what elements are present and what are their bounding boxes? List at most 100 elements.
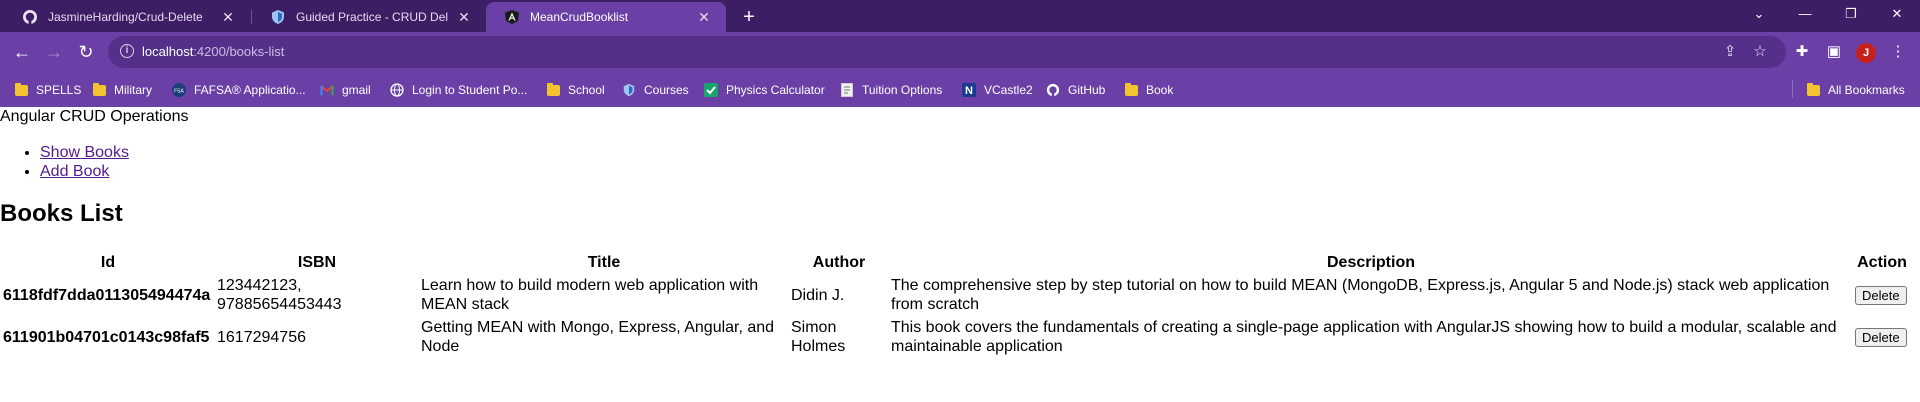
new-tab-button[interactable]: + [736,4,762,30]
bookmark-label: Book [1146,83,1174,97]
table-header-row: Id ISBN Title Author Description Action [2,252,1910,273]
site-info-icon[interactable]: i [120,44,134,58]
cell-isbn: 123442123, 97885654453443 [217,277,342,313]
cell-id: 6118fdf7dda011305494474a [3,286,211,304]
delete-button[interactable]: Delete [1855,327,1907,347]
svg-text:N: N [965,85,973,97]
column-header-action: Action [1857,253,1907,271]
app-title: Angular CRUD Operations [0,108,189,125]
folder-icon [14,82,28,97]
angular-icon [504,9,520,25]
avatar[interactable]: J [1856,43,1876,63]
bookmark-student-portal[interactable]: Login to Student Po... [390,81,527,99]
column-header-id: Id [100,253,116,271]
close-icon[interactable]: ✕ [456,9,472,26]
close-window-button[interactable]: ✕ [1874,0,1920,28]
bookmarks-divider [1792,80,1793,98]
bookmark-label: Physics Calculator [726,83,825,97]
cell-description: This book covers the fundamentals of cre… [891,319,1837,355]
bookmark-label: Login to Student Po... [412,83,528,97]
cell-action: Delete [1854,317,1910,357]
browser-toolbar: ← → ↻ i localhost:4200/books-list ⇪ ☆ [0,32,1920,72]
bookmark-label: VCastle2 [984,83,1033,97]
all-bookmarks-label: All Bookmarks [1828,83,1905,97]
document-icon [840,83,854,97]
back-button[interactable]: ← [10,40,34,64]
close-icon[interactable]: ✕ [696,9,712,26]
folder-icon [1806,82,1820,97]
show-books-link[interactable]: Show Books [40,144,129,161]
extensions-icon[interactable]: ✚ [1790,40,1814,64]
shield-icon [622,83,636,97]
address-url[interactable]: localhost:4200/books-list [142,44,284,59]
globe-icon [390,83,404,97]
tab-mean-crud-booklist[interactable]: MeanCrudBooklist ✕ [486,2,726,32]
bookmark-vcastle2[interactable]: N VCastle2 [962,81,1033,99]
bookmarks-bar: SPELLS Military FSA FAFSA® Applicatio...… [0,72,1920,107]
minimize-button[interactable]: — [1782,0,1828,28]
bookmark-school[interactable]: School [546,81,605,99]
address-host: localhost [142,44,194,59]
page-content: Angular CRUD Operations Show Books Add B… [0,107,1920,402]
page-title: Books List [0,200,123,227]
bookmark-physics-calculator[interactable]: Physics Calculator [704,81,825,99]
github-icon [22,9,38,25]
tab-guided-practice[interactable]: Guided Practice - CRUD Delete.p ✕ [252,2,486,32]
app-nav: Show Books Add Book [0,143,129,181]
reload-button[interactable]: ↻ [74,40,98,64]
tab-title: MeanCrudBooklist [530,10,629,24]
menu-icon[interactable]: ⋮ [1886,40,1910,64]
books-table: Id ISBN Title Author Description Action … [0,250,1912,359]
address-bar[interactable]: i localhost:4200/books-list ⇪ ☆ [108,36,1786,68]
delete-button[interactable]: Delete [1855,285,1907,305]
forward-button[interactable]: → [42,40,66,64]
tab-search-button[interactable]: ⌄ [1736,0,1782,28]
folder-icon [1124,82,1138,97]
bookmark-github[interactable]: GitHub [1046,81,1105,99]
bookmark-label: Tuition Options [862,83,943,97]
side-panel-icon[interactable]: ▣ [1822,40,1846,64]
n-icon: N [962,83,976,97]
shield-icon [270,9,286,25]
folder-icon [92,82,106,97]
nav-item-show-books: Show Books [40,143,129,162]
column-header-author: Author [812,253,866,271]
tab-title: Guided Practice - CRUD Delete.p [296,10,448,24]
bookmark-fafsa[interactable]: FSA FAFSA® Applicatio... [172,81,306,99]
bookmark-label: Military [114,83,152,97]
bookmark-label: SPELLS [36,83,82,97]
bookmark-military[interactable]: Military [92,81,152,99]
cell-action: Delete [1854,275,1910,315]
bookmark-spells[interactable]: SPELLS [14,81,81,99]
gmail-icon [320,83,334,97]
cell-author: Didin J. [791,286,845,304]
tab-github[interactable]: JasmineHarding/Crud-Delete ✕ [4,2,250,32]
bookmark-star-icon[interactable]: ☆ [1750,42,1770,62]
all-bookmarks-button[interactable]: All Bookmarks [1806,81,1905,99]
tab-title: JasmineHarding/Crud-Delete [48,10,203,24]
cell-id: 611901b04701c0143c98faf5 [3,328,210,346]
bookmark-tuition-options[interactable]: Tuition Options [840,81,942,99]
github-icon [1046,83,1060,97]
bookmark-courses[interactable]: Courses [622,81,689,99]
bookmark-gmail[interactable]: gmail [320,81,371,99]
column-header-description: Description [1326,253,1415,271]
share-icon[interactable]: ⇪ [1720,42,1740,62]
restore-button[interactable]: ❐ [1828,0,1874,28]
check-icon [704,83,718,97]
bookmark-label: Courses [644,83,689,97]
column-header-isbn: ISBN [297,253,337,271]
address-path: :4200/books-list [193,44,285,59]
bookmark-label: gmail [342,83,371,97]
cell-title: Learn how to build modern web applicatio… [421,277,759,313]
cell-author: Simon Holmes [791,319,846,355]
cell-isbn: 1617294756 [217,328,306,346]
cell-description: The comprehensive step by step tutorial … [891,277,1830,313]
cell-title: Getting MEAN with Mongo, Express, Angula… [421,319,775,355]
add-book-link[interactable]: Add Book [40,163,109,180]
bookmark-label: FAFSA® Applicatio... [194,83,306,97]
table-row: 6118fdf7dda011305494474a 123442123, 9788… [2,275,1910,315]
svg-text:FSA: FSA [174,89,184,95]
bookmark-book[interactable]: Book [1124,81,1173,99]
close-icon[interactable]: ✕ [220,9,236,26]
